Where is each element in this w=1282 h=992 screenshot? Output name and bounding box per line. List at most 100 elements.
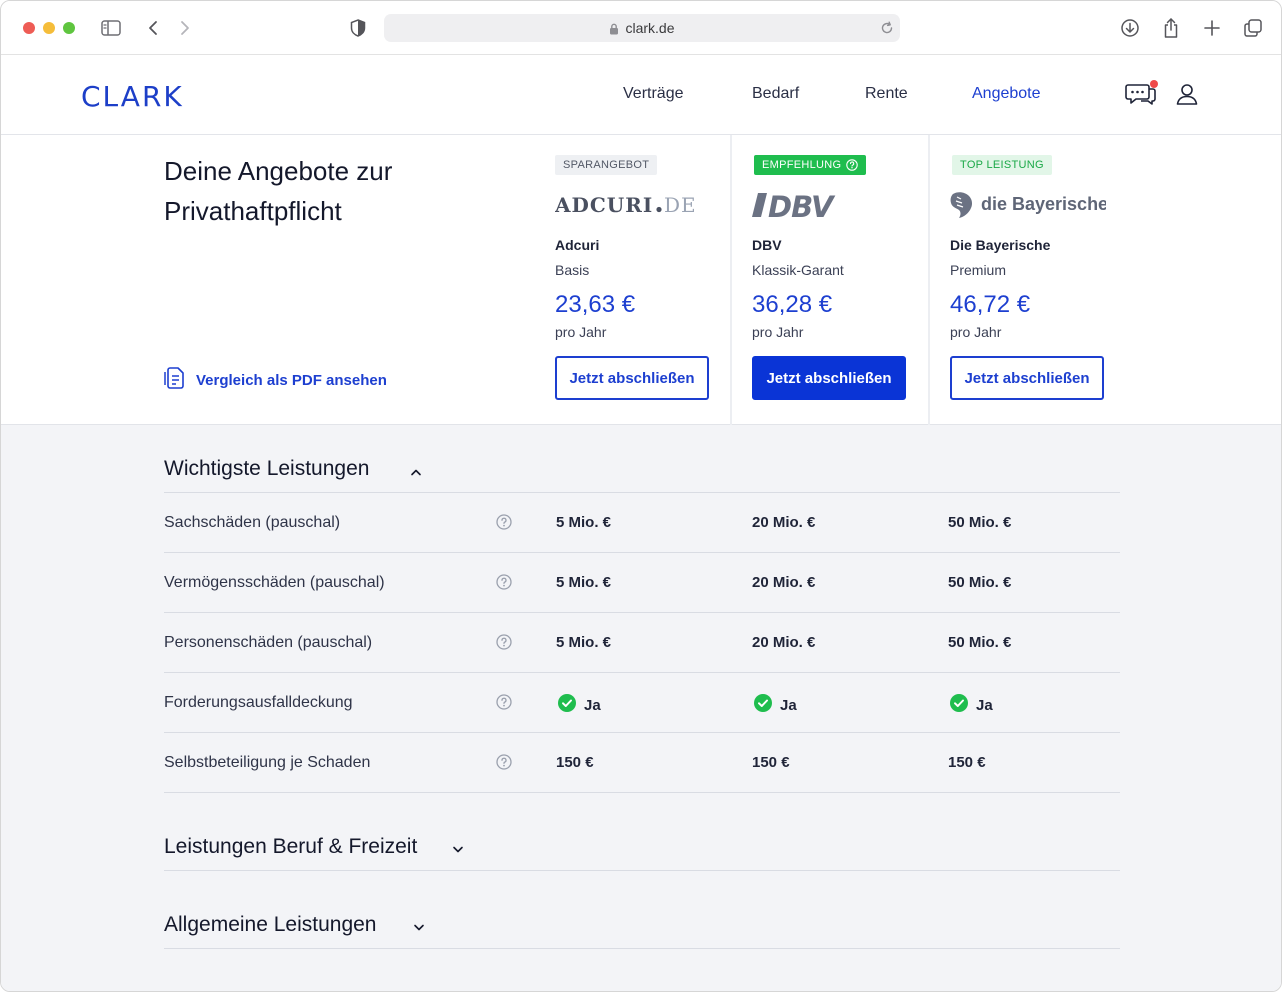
user-icon[interactable] bbox=[1175, 82, 1199, 111]
help-icon[interactable] bbox=[496, 514, 512, 535]
row-label: Sachschäden (pauschal) bbox=[164, 514, 341, 531]
nav-vertraege[interactable]: Verträge bbox=[623, 85, 683, 103]
value-cell: Ja bbox=[558, 694, 601, 716]
nav-rente[interactable]: Rente bbox=[865, 85, 908, 103]
dbv-logo: DBV bbox=[752, 189, 844, 221]
reload-icon[interactable] bbox=[880, 21, 894, 40]
column-divider bbox=[730, 135, 732, 425]
svg-text:DE: DE bbox=[664, 194, 697, 216]
svg-text:DBV: DBV bbox=[768, 190, 836, 220]
value-cell: 50 Mio. € bbox=[948, 634, 1012, 651]
privacy-shield-icon[interactable] bbox=[347, 17, 369, 39]
value-cell: 150 € bbox=[556, 754, 594, 771]
lock-icon bbox=[609, 22, 619, 40]
share-icon[interactable] bbox=[1160, 17, 1182, 39]
browser-toolbar: clark.de bbox=[1, 1, 1281, 55]
value-cell: 5 Mio. € bbox=[556, 634, 612, 651]
offer-price: 23,63 € bbox=[555, 291, 636, 318]
value-cell: 20 Mio. € bbox=[752, 634, 816, 651]
nav-angebote[interactable]: Angebote bbox=[972, 85, 1041, 103]
comparison-section: Wichtigste Leistungen Sachschäden (pausc… bbox=[1, 425, 1281, 991]
help-icon[interactable] bbox=[496, 754, 512, 775]
buy-button-dbv[interactable]: Jetzt abschließen bbox=[752, 356, 906, 400]
svg-text:die Bayerische: die Bayerische bbox=[981, 194, 1106, 214]
help-icon[interactable] bbox=[496, 574, 512, 595]
pdf-link-label: Vergleich als PDF ansehen bbox=[196, 372, 387, 389]
value-cell: 50 Mio. € bbox=[948, 574, 1012, 591]
check-circle-icon bbox=[754, 694, 772, 716]
section-title: Leistungen Beruf & Freizeit bbox=[164, 835, 418, 858]
nav-bedarf[interactable]: Bedarf bbox=[752, 85, 799, 103]
check-circle-icon bbox=[558, 694, 576, 716]
chevron-down-icon bbox=[452, 841, 464, 859]
row-label: Selbstbeteiligung je Schaden bbox=[164, 754, 371, 771]
badge-sparangebot: SPARANGEBOT bbox=[555, 155, 658, 175]
price-period: pro Jahr bbox=[555, 324, 607, 340]
offer-card-adcuri: SPARANGEBOT ADCURI DE Adcuri Basis 23,63… bbox=[555, 135, 725, 425]
url-text: clark.de bbox=[625, 20, 675, 36]
new-tab-icon[interactable] bbox=[1201, 17, 1223, 39]
forward-icon[interactable] bbox=[174, 17, 196, 39]
address-bar[interactable]: clark.de bbox=[384, 14, 900, 42]
price-period: pro Jahr bbox=[950, 324, 1002, 340]
svg-text:ADCURI: ADCURI bbox=[555, 194, 653, 216]
value-cell: 20 Mio. € bbox=[752, 514, 816, 531]
page-title: Deine Angebote zur Privathaftpflicht bbox=[164, 156, 393, 226]
help-icon[interactable] bbox=[496, 634, 512, 655]
document-icon bbox=[164, 366, 186, 395]
buy-button-adcuri[interactable]: Jetzt abschließen bbox=[555, 356, 709, 400]
value-cell: 150 € bbox=[948, 754, 986, 771]
offers-section: Deine Angebote zur Privathaftpflicht Ver… bbox=[1, 135, 1281, 425]
section-beruf-freizeit[interactable]: Leistungen Beruf & Freizeit bbox=[164, 827, 1120, 871]
badge-top-leistung: TOP LEISTUNG bbox=[952, 155, 1052, 175]
value-cell: 5 Mio. € bbox=[556, 514, 612, 531]
die-bayerische-logo: die Bayerische bbox=[950, 189, 1106, 221]
row-label: Vermögensschäden (pauschal) bbox=[164, 574, 385, 591]
value-cell: 150 € bbox=[752, 754, 790, 771]
section-wichtigste-leistungen[interactable]: Wichtigste Leistungen bbox=[164, 449, 1120, 493]
sidebar-toggle-icon[interactable] bbox=[100, 17, 122, 39]
browser-window: clark.de CLARK Verträge Bedarf Rente Ang… bbox=[0, 0, 1282, 992]
adcuri-logo: ADCURI DE bbox=[555, 189, 701, 221]
buy-button-bayerische[interactable]: Jetzt abschließen bbox=[950, 356, 1104, 400]
table-row: Personenschäden (pauschal) 5 Mio. € 20 M… bbox=[164, 613, 1120, 673]
offer-card-bayerische: TOP LEISTUNG die Bayerische Die Bayerisc… bbox=[950, 135, 1120, 425]
back-icon[interactable] bbox=[142, 17, 164, 39]
tab-overview-icon[interactable] bbox=[1242, 17, 1264, 39]
value-text: Ja bbox=[976, 696, 993, 714]
section-title: Wichtigste Leistungen bbox=[164, 457, 370, 480]
insurer-name: Die Bayerische bbox=[950, 237, 1051, 253]
insurer-name: DBV bbox=[752, 237, 782, 253]
help-icon[interactable] bbox=[496, 694, 512, 715]
value-cell: 50 Mio. € bbox=[948, 514, 1012, 531]
pdf-compare-link[interactable]: Vergleich als PDF ansehen bbox=[164, 366, 387, 395]
value-cell: 20 Mio. € bbox=[752, 574, 816, 591]
insurer-name: Adcuri bbox=[555, 237, 600, 253]
downloads-icon[interactable] bbox=[1119, 17, 1141, 39]
value-cell: Ja bbox=[754, 694, 797, 716]
badge-label: EMPFEHLUNG bbox=[762, 159, 842, 171]
row-label: Personenschäden (pauschal) bbox=[164, 634, 373, 651]
table-row: Vermögensschäden (pauschal) 5 Mio. € 20 … bbox=[164, 553, 1120, 613]
table-row: Sachschäden (pauschal) 5 Mio. € 20 Mio. … bbox=[164, 493, 1120, 553]
column-divider bbox=[928, 135, 930, 425]
row-label: Forderungsausfalldeckung bbox=[164, 694, 353, 711]
table-row: Selbstbeteiligung je Schaden 150 € 150 €… bbox=[164, 733, 1120, 793]
section-allgemeine-leistungen[interactable]: Allgemeine Leistungen bbox=[164, 905, 1120, 949]
section-title: Allgemeine Leistungen bbox=[164, 913, 377, 936]
value-text: Ja bbox=[584, 696, 601, 714]
tariff-name: Klassik-Garant bbox=[752, 262, 844, 278]
tariff-name: Basis bbox=[555, 262, 590, 278]
site-header: CLARK Verträge Bedarf Rente Angebote bbox=[1, 56, 1281, 135]
chevron-up-icon bbox=[410, 463, 422, 481]
minimize-window-button[interactable] bbox=[43, 22, 55, 34]
close-window-button[interactable] bbox=[23, 22, 35, 34]
badge-empfehlung: EMPFEHLUNG bbox=[754, 155, 867, 175]
value-cell: Ja bbox=[950, 694, 993, 716]
zoom-window-button[interactable] bbox=[63, 22, 75, 34]
offer-card-dbv: EMPFEHLUNG DBV DBV Klassik-Garant 36,28 … bbox=[752, 135, 922, 425]
chevron-down-icon bbox=[413, 919, 425, 937]
check-circle-icon bbox=[950, 694, 968, 716]
help-icon[interactable] bbox=[846, 159, 859, 171]
clark-logo[interactable]: CLARK bbox=[81, 80, 184, 113]
